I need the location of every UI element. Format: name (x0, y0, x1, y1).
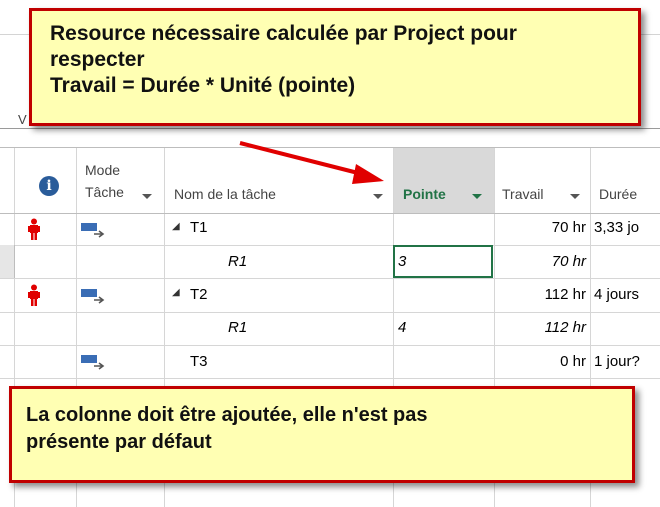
callout-text-line: Resource nécessaire calculée par Project… (50, 22, 517, 45)
annotation-callout-bottom: La colonne doit être ajoutée, elle n'est… (9, 386, 635, 483)
pointe-value[interactable]: 4 (398, 319, 406, 336)
info-icon[interactable]: i (39, 176, 59, 196)
duree-value[interactable]: 1 jour? (594, 353, 640, 370)
travail-dropdown-icon[interactable] (570, 194, 580, 199)
pointe-value[interactable]: 3 (398, 253, 406, 270)
auto-scheduled-task-icon (81, 223, 105, 238)
travail-value[interactable]: 70 hr (494, 253, 586, 270)
row-divider (0, 312, 660, 313)
column-header-mode-line1[interactable]: Mode (85, 162, 120, 178)
row-divider (0, 378, 660, 379)
callout-text-line: présente par défaut (26, 431, 212, 453)
collapse-toggle-icon[interactable]: ◢ (172, 287, 180, 298)
travail-value[interactable]: 0 hr (494, 353, 586, 370)
resource-name[interactable]: R1 (228, 319, 247, 336)
auto-scheduled-task-icon (81, 289, 105, 304)
column-header-duree[interactable]: Durée (599, 186, 637, 202)
row-divider (0, 278, 660, 279)
duree-value[interactable]: 3,33 jo (594, 219, 639, 236)
travail-value[interactable]: 112 hr (494, 319, 586, 336)
duree-value[interactable]: 4 jours (594, 286, 639, 303)
travail-value[interactable]: 70 hr (494, 219, 586, 236)
callout-text-line: respecter (50, 48, 145, 71)
view-label-fragment: V (18, 112, 27, 127)
row-divider (0, 345, 660, 346)
selected-cell[interactable] (393, 245, 493, 278)
column-header-travail[interactable]: Travail (502, 186, 544, 202)
pointe-dropdown-icon[interactable] (472, 194, 482, 199)
collapse-toggle-icon[interactable]: ◢ (172, 221, 180, 232)
callout-text-line: Travail = Durée * Unité (pointe) (50, 74, 356, 97)
row-selector[interactable] (0, 245, 15, 278)
name-dropdown-icon[interactable] (373, 194, 383, 199)
task-name[interactable]: T2 (190, 286, 208, 303)
callout-text-line: La colonne doit être ajoutée, elle n'est… (26, 404, 428, 426)
column-header-pointe[interactable]: Pointe (403, 186, 446, 202)
row-divider (0, 245, 660, 246)
travail-value[interactable]: 112 hr (494, 286, 586, 303)
task-name[interactable]: T3 (190, 353, 208, 370)
row-divider (0, 147, 660, 148)
column-header-mode-line2[interactable]: Tâche (85, 184, 124, 200)
resource-name[interactable]: R1 (228, 253, 247, 270)
entry-bar-underline (0, 128, 660, 129)
annotation-callout-top: Resource nécessaire calculée par Project… (29, 8, 641, 126)
row-divider (0, 213, 660, 214)
task-name[interactable]: T1 (190, 219, 208, 236)
overallocated-resource-icon (28, 284, 40, 306)
auto-scheduled-task-icon (81, 355, 105, 370)
overallocated-resource-icon (28, 218, 40, 240)
mode-dropdown-icon[interactable] (142, 194, 152, 199)
column-header-name[interactable]: Nom de la tâche (174, 186, 276, 202)
pointe-header-bg (394, 147, 494, 213)
